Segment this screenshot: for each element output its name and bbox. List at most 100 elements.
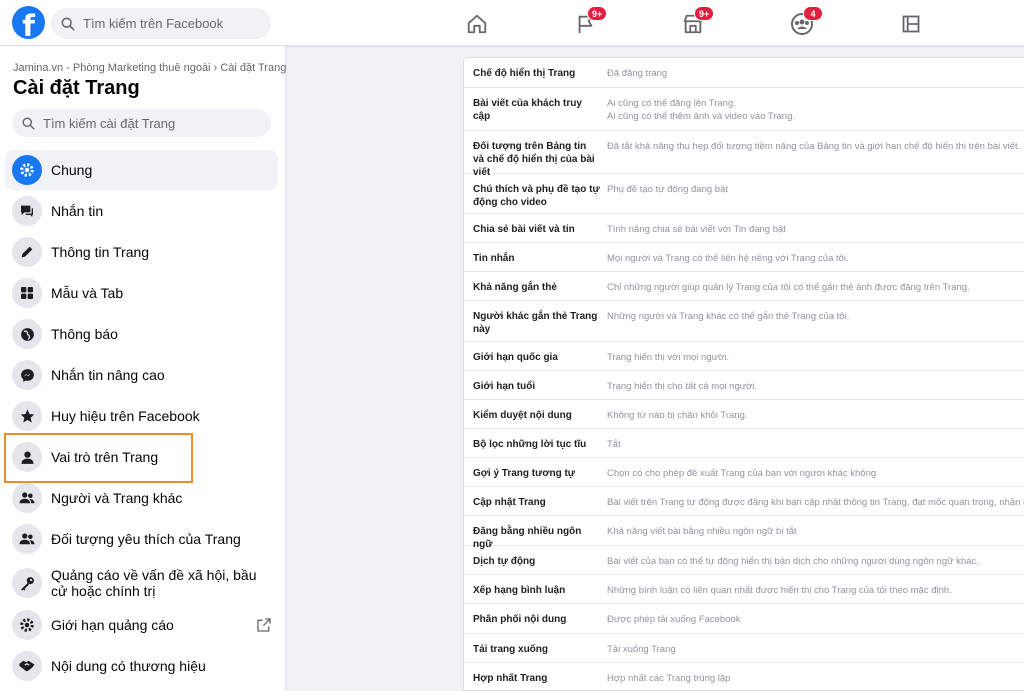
setting-value: Đã đăng trang bbox=[607, 68, 668, 79]
table-row[interactable]: Giới hạn quốc gia Trang hiển thị với mọi… bbox=[464, 342, 1024, 371]
setting-label: Xếp hạng bình luận bbox=[473, 585, 566, 596]
breadcrumb[interactable]: Jamina.vn - Phòng Marketing thuê ngoài ›… bbox=[13, 62, 286, 74]
table-row[interactable]: Bài viết của khách truy cập Ai cũng có t… bbox=[464, 88, 1024, 131]
setting-value: Trang hiển thị cho tất cả mọi người. bbox=[607, 381, 758, 392]
people-icon bbox=[12, 524, 42, 554]
setting-value: Bài viết trên Trang tự động được đăng kh… bbox=[607, 497, 1024, 508]
table-row[interactable]: Giới hạn tuổi Trang hiển thị cho tất cả … bbox=[464, 371, 1024, 400]
table-row[interactable]: Hợp nhất Trang Hợp nhất các Trang trùng … bbox=[464, 663, 1024, 690]
sidebar-item-general[interactable]: Chung bbox=[5, 150, 278, 190]
sidebar-item-facebook-badges[interactable]: Huy hiệu trên Facebook bbox=[5, 396, 278, 436]
settings-search-placeholder: Tìm kiếm cài đặt Trang bbox=[43, 115, 176, 131]
setting-label: Tin nhắn bbox=[473, 253, 515, 264]
sidebar-item-messaging[interactable]: Nhắn tin bbox=[5, 191, 278, 231]
setting-value: Hợp nhất các Trang trùng lặp bbox=[607, 673, 731, 684]
setting-label: Gợi ý Trang tương tự bbox=[473, 468, 576, 479]
nav-pages[interactable]: 9+ bbox=[570, 6, 608, 40]
setting-value: Trang hiển thị với mọi người. bbox=[607, 352, 729, 363]
setting-label: Cập nhật Trang bbox=[473, 497, 546, 508]
table-row[interactable]: Kiểm duyệt nội dung Không từ nào bị chặn… bbox=[464, 400, 1024, 429]
nav-marketplace[interactable]: 9+ bbox=[677, 6, 715, 40]
setting-label: Tải trang xuống bbox=[473, 644, 548, 655]
sidebar-item-label: Thông báo bbox=[51, 326, 118, 342]
setting-value: Mọi người và Trang có thể liên hệ riêng … bbox=[607, 253, 849, 264]
table-row[interactable]: Dịch tự động Bài viết của bạn có thể tự … bbox=[464, 546, 1024, 575]
table-row[interactable]: Cập nhật Trang Bài viết trên Trang tự độ… bbox=[464, 487, 1024, 516]
nav-groups[interactable]: 4 bbox=[786, 6, 823, 40]
table-row[interactable]: Tin nhắn Mọi người và Trang có thể liên … bbox=[464, 243, 1024, 272]
sidebar-item-ad-limits[interactable]: Giới hạn quảng cáo bbox=[5, 605, 278, 645]
setting-label: Bộ lọc những lời tục tĩu bbox=[473, 439, 587, 450]
sidebar-item-branded-content[interactable]: Nội dung có thương hiệu bbox=[5, 646, 278, 686]
home-icon bbox=[467, 14, 487, 34]
sidebar-item-templates-tabs[interactable]: Mẫu và Tab bbox=[5, 273, 278, 313]
nav-home[interactable] bbox=[461, 8, 493, 40]
table-row[interactable]: Đăng bằng nhiều ngôn ngữ Khả năng viết b… bbox=[464, 516, 1024, 550]
sidebar-item-label: Thông tin Trang bbox=[51, 244, 150, 260]
notification-badge: 4 bbox=[803, 6, 823, 21]
setting-value: Tắt bbox=[607, 439, 621, 450]
sidebar-item-label: Quảng cáo về vấn đề xã hội, bầu cử hoặc … bbox=[51, 567, 257, 599]
table-row[interactable]: Chế độ hiển thị Trang Đã đăng trang bbox=[464, 58, 1024, 88]
table-row[interactable]: Tải trang xuống Tải xuống Trang bbox=[464, 634, 1024, 663]
setting-value: Không từ nào bị chặn khỏi Trang. bbox=[607, 410, 748, 421]
key-icon bbox=[12, 568, 42, 598]
sidebar-item-label: Chung bbox=[51, 162, 93, 178]
setting-label: Chú thích và phụ đề tạo tự động cho vide… bbox=[473, 184, 600, 208]
setting-value: Phụ đề tạo tự động đang bật bbox=[607, 184, 728, 195]
notification-badge: 9+ bbox=[694, 6, 715, 21]
table-row[interactable]: Chú thích và phụ đề tạo tự động cho vide… bbox=[464, 174, 1024, 214]
setting-value: Chọn có cho phép đề xuất Trang của bạn v… bbox=[607, 468, 877, 479]
table-row[interactable]: Chia sẻ bài viết và tin Tính năng chia s… bbox=[464, 214, 1024, 243]
setting-label: Bài viết của khách truy cập bbox=[473, 98, 582, 122]
table-row[interactable]: Đối tượng trên Bảng tin và chế độ hiển t… bbox=[464, 131, 1024, 178]
external-link-icon[interactable] bbox=[256, 617, 272, 638]
messenger-icon bbox=[12, 360, 42, 390]
sidebar-item-people-other-pages[interactable]: Người và Trang khác bbox=[5, 478, 278, 518]
setting-value: Những bình luận có liên quan nhất được h… bbox=[607, 585, 952, 596]
nav-gaming[interactable] bbox=[895, 8, 927, 40]
sidebar-item-notifications[interactable]: Thông báo bbox=[5, 314, 278, 354]
sidebar-item-page-info[interactable]: Thông tin Trang bbox=[5, 232, 278, 272]
setting-label: Phân phối nội dung bbox=[473, 614, 567, 625]
setting-label: Chế độ hiển thị Trang bbox=[473, 68, 576, 79]
setting-value: Được phép tải xuống Facebook bbox=[607, 614, 741, 625]
search-icon bbox=[22, 116, 35, 130]
table-row[interactable]: Bộ lọc những lời tục tĩu Tắt bbox=[464, 429, 1024, 458]
search-icon bbox=[61, 17, 75, 30]
people-icon bbox=[12, 483, 42, 513]
sidebar-item-label: Nội dung có thương hiệu bbox=[51, 658, 206, 674]
gaming-icon bbox=[902, 15, 920, 33]
facebook-search-input[interactable]: Tìm kiếm trên Facebook bbox=[51, 8, 271, 39]
page-title: Cài đặt Trang bbox=[13, 77, 140, 99]
badge-icon bbox=[12, 401, 42, 431]
table-row[interactable]: Gợi ý Trang tương tự Chọn có cho phép đề… bbox=[464, 458, 1024, 487]
settings-sidebar: Jamina.vn - Phòng Marketing thuê ngoài ›… bbox=[0, 46, 286, 691]
pencil-icon bbox=[12, 237, 42, 267]
sidebar-item-label: Đối tượng yêu thích của Trang bbox=[51, 531, 241, 547]
sidebar-item-label: Người và Trang khác bbox=[51, 490, 183, 506]
table-row[interactable]: Xếp hạng bình luận Những bình luận có li… bbox=[464, 575, 1024, 604]
sidebar-item-preferred-audience[interactable]: Đối tượng yêu thích của Trang bbox=[5, 519, 278, 559]
highlight-annotation bbox=[4, 433, 193, 483]
facebook-logo[interactable]: f bbox=[12, 6, 45, 39]
setting-value-line2: Ai cũng có thể thêm ảnh và video vào Tra… bbox=[607, 111, 796, 122]
sidebar-item-label: Nhắn tin nâng cao bbox=[51, 367, 165, 383]
setting-label: Kiểm duyệt nội dung bbox=[473, 410, 572, 421]
table-row[interactable]: Khả năng gắn thẻ Chỉ những người giúp qu… bbox=[464, 272, 1024, 301]
sidebar-item-political-ads[interactable]: Quảng cáo về vấn đề xã hội, bầu cử hoặc … bbox=[5, 560, 278, 606]
setting-label: Giới hạn tuổi bbox=[473, 381, 536, 392]
sidebar-item-advanced-messaging[interactable]: Nhắn tin nâng cao bbox=[5, 355, 278, 395]
setting-label: Người khác gắn thẻ Trang này bbox=[473, 311, 598, 335]
setting-label: Khả năng gắn thẻ bbox=[473, 282, 557, 293]
setting-value: Những người và Trang khác có thể gắn thẻ… bbox=[607, 311, 850, 322]
table-row[interactable]: Phân phối nội dung Được phép tải xuống F… bbox=[464, 604, 1024, 634]
sidebar-item-label: Mẫu và Tab bbox=[51, 285, 124, 301]
search-placeholder: Tìm kiếm trên Facebook bbox=[83, 16, 224, 31]
handshake-icon bbox=[12, 651, 42, 681]
table-row[interactable]: Người khác gắn thẻ Trang này Những người… bbox=[464, 301, 1024, 342]
setting-value: Tải xuống Trang bbox=[607, 644, 676, 655]
settings-search-input[interactable]: Tìm kiếm cài đặt Trang bbox=[12, 109, 271, 137]
setting-label: Hợp nhất Trang bbox=[473, 673, 548, 684]
setting-label: Giới hạn quốc gia bbox=[473, 352, 558, 363]
